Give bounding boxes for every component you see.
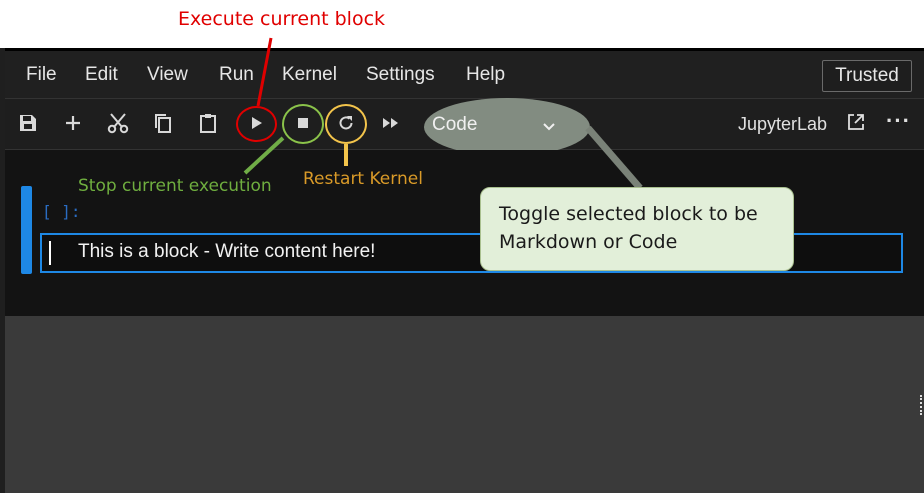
add-cell-icon[interactable] (59, 108, 87, 138)
restart-highlight-ring (325, 104, 367, 144)
menu-view[interactable]: View (147, 64, 188, 86)
menu-help[interactable]: Help (466, 64, 505, 86)
empty-area (5, 316, 924, 493)
paste-icon[interactable] (194, 108, 222, 138)
trusted-badge[interactable]: Trusted (822, 60, 912, 92)
cell-prompt: [ ]: (42, 202, 81, 221)
chevron-down-icon[interactable] (542, 116, 556, 137)
text-cursor (49, 241, 51, 265)
menu-settings[interactable]: Settings (366, 64, 435, 86)
menu-file[interactable]: File (26, 64, 57, 86)
annotation-restart-kernel: Restart Kernel (303, 169, 423, 189)
stop-highlight-ring (282, 104, 324, 144)
cut-icon[interactable] (104, 108, 132, 138)
annotation-toggle-callout: Toggle selected block to be Markdown or … (480, 187, 794, 271)
menubar (5, 48, 924, 98)
more-options-icon[interactable]: ··· (886, 108, 911, 134)
cell-content[interactable]: This is a block - Write content here! (78, 241, 375, 263)
active-cell-indicator[interactable] (21, 186, 32, 274)
cell-type-dropdown[interactable]: Code (432, 114, 477, 136)
save-icon[interactable] (14, 108, 42, 138)
copy-icon[interactable] (149, 108, 177, 138)
scroll-edge-marker (920, 395, 924, 415)
menu-kernel[interactable]: Kernel (282, 64, 337, 86)
menu-edit[interactable]: Edit (85, 64, 118, 86)
external-link-icon[interactable] (846, 112, 866, 137)
annotation-stop-current-execution: Stop current execution (78, 176, 272, 196)
menu-run[interactable]: Run (219, 64, 254, 86)
jupyterlab-link[interactable]: JupyterLab (738, 114, 827, 135)
annotation-execute-current-block: Execute current block (178, 8, 386, 30)
fast-forward-icon[interactable] (377, 108, 405, 138)
run-highlight-ring (236, 106, 277, 142)
